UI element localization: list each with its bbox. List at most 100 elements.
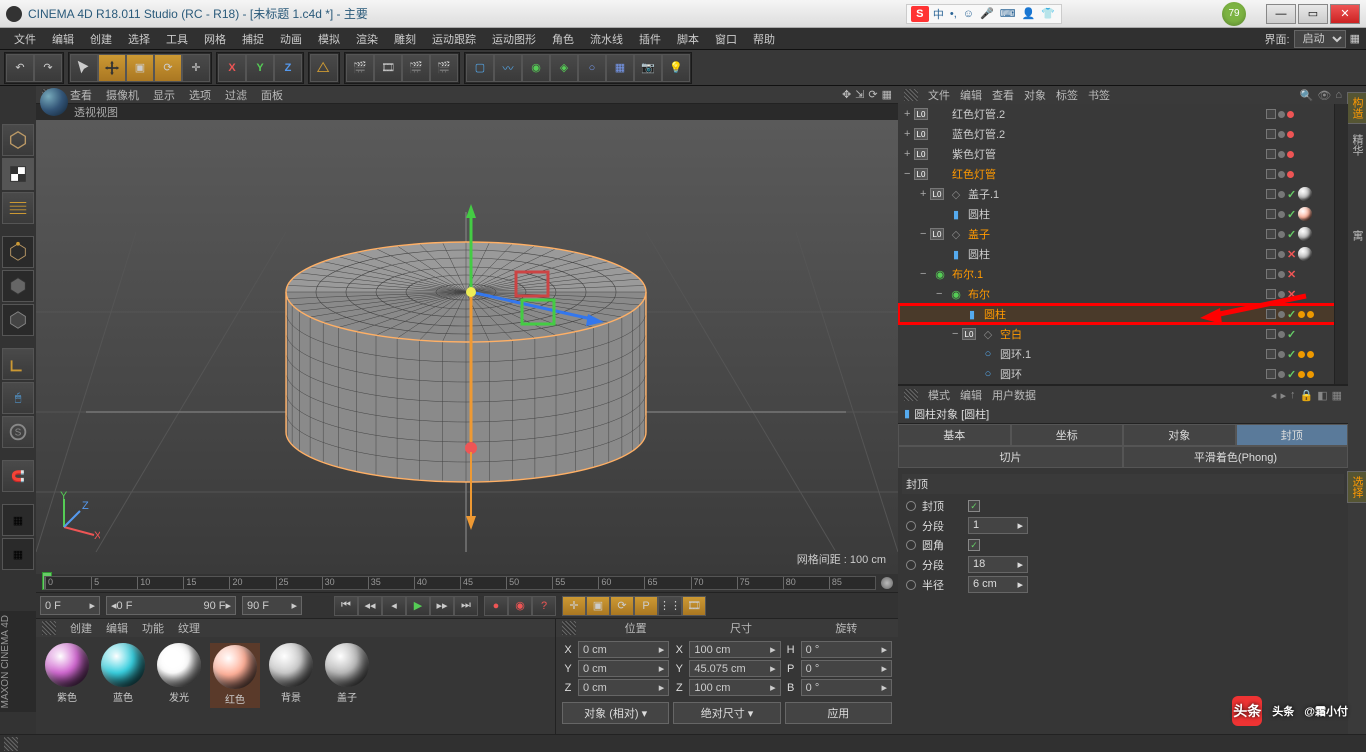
vp-menu-cameras[interactable]: 摄像机 [106,87,139,103]
menu-mograph[interactable]: 运动图形 [484,31,544,47]
make-editable[interactable] [2,124,34,156]
edge-mode[interactable] [2,270,34,302]
y-axis-lock[interactable]: Y [246,54,274,82]
goto-end[interactable]: ⏭ [454,596,478,616]
grip-icon[interactable] [904,89,918,101]
filter-icon[interactable]: 👁 [1317,89,1331,102]
menu-window[interactable]: 窗口 [707,31,745,47]
tree-row[interactable]: − L0 ◇ 空白 ✓ [898,324,1348,344]
sogou-icon[interactable]: S [911,6,929,22]
grip-icon[interactable] [4,737,18,751]
axis-mode[interactable] [2,348,34,380]
attr-tab[interactable]: 平滑着色(Phong) [1123,446,1348,468]
coord-system[interactable] [310,54,338,82]
move-tool[interactable] [98,54,126,82]
render-view[interactable]: 🎬 [346,54,374,82]
key-help[interactable]: ? [532,596,556,616]
tab-select[interactable]: 选择 [1347,471,1366,503]
texture-mode[interactable] [2,192,34,224]
snap-toggle[interactable]: S [2,416,34,448]
polygon-mode[interactable] [2,304,34,336]
model-mode[interactable] [2,158,34,190]
z-axis-lock[interactable]: Z [274,54,302,82]
goto-start[interactable]: ⏮ [334,596,358,616]
add-primitive[interactable]: ▢ [466,54,494,82]
object-tree[interactable]: + L0 红色灯管.2 + L0 蓝色灯管.2 + L0 紫色灯管 − L0 红… [898,104,1348,384]
material-item[interactable]: 红色 [210,643,260,708]
timeline-ruler[interactable]: 051015202530354045505560657075808590 [36,574,898,592]
goto-prev-key[interactable]: ◂◂ [358,596,382,616]
tab-structure[interactable]: 构造 [1347,92,1366,124]
menu-edit[interactable]: 编辑 [44,31,82,47]
tree-row[interactable]: + L0 红色灯管.2 [898,104,1348,124]
play-back[interactable]: ◂ [382,596,406,616]
tree-row[interactable]: ▮ 圆柱 ✕ [898,244,1348,264]
frame-end[interactable]: 90 F▸ [242,596,302,615]
play-fwd[interactable]: ▶ [406,596,430,616]
perspective-viewport[interactable]: Y X Z 网格间距 : 100 cm [36,120,898,574]
vp-nav-icon[interactable]: ⇲ [855,88,864,101]
tree-row[interactable]: + L0 蓝色灯管.2 [898,124,1348,144]
mat-menu-create[interactable]: 创建 [70,620,92,636]
grip-icon[interactable] [562,621,576,635]
minimize-button[interactable]: — [1266,4,1296,24]
mat-menu-edit[interactable]: 编辑 [106,620,128,636]
material-item[interactable]: 发光 [154,643,204,704]
tree-row[interactable]: ▮ 圆柱 ✓ [898,304,1348,324]
autokey[interactable]: ◉ [508,596,532,616]
attr-property[interactable]: 分段1▸ [906,517,1340,534]
key-scale[interactable]: ▣ [586,596,610,616]
render-pv[interactable]: 🎬 [430,54,458,82]
attr-property[interactable]: 半径6 cm▸ [906,576,1340,593]
material-item[interactable]: 背景 [266,643,316,704]
menu-render[interactable]: 渲染 [348,31,386,47]
attr-property[interactable]: 分段18▸ [906,556,1340,573]
mat-menu-texture[interactable]: 纹理 [178,620,200,636]
tree-row[interactable]: ○ 圆环 ✓ [898,364,1348,384]
menu-tools[interactable]: 工具 [158,31,196,47]
attr-property[interactable]: 圆角✓ [906,537,1340,553]
attr-property[interactable]: 封顶✓ [906,498,1340,514]
tree-row[interactable]: ▮ 圆柱 ✓ [898,204,1348,224]
om-menu-file[interactable]: 文件 [928,87,950,103]
grip-icon[interactable] [42,621,56,635]
vp-menu-filter[interactable]: 过滤 [225,87,247,103]
record-key[interactable]: ● [484,596,508,616]
vp-menu-panel[interactable]: 面板 [261,87,283,103]
undo-button[interactable]: ↶ [6,54,34,82]
attr-tab[interactable]: 坐标 [1011,424,1124,446]
material-item[interactable]: 盖子 [322,643,372,704]
menu-file[interactable]: 文件 [6,31,44,47]
maximize-button[interactable]: ▭ [1298,4,1328,24]
key-param[interactable]: P [634,596,658,616]
menu-character[interactable]: 角色 [544,31,582,47]
tree-row[interactable]: − ◉ 布尔.1 ✕ [898,264,1348,284]
planar-workplane[interactable]: ▦ [2,538,34,570]
tree-row[interactable]: − ◉ 布尔 ✕ [898,284,1348,304]
select-tool[interactable] [70,54,98,82]
frame-current[interactable]: ◂0 F90 F▸ [106,596,236,615]
path-icon[interactable]: ⌂ [1335,89,1342,102]
redo-button[interactable]: ↷ [34,54,62,82]
timeline-end-marker[interactable] [880,576,894,590]
menu-select[interactable]: 选择 [120,31,158,47]
tweak-mode[interactable]: 🖱 [2,382,34,414]
vp-nav-icon[interactable]: ✥ [842,88,851,101]
om-menu-objects[interactable]: 对象 [1024,87,1046,103]
add-floor[interactable]: ▦ [606,54,634,82]
rotate-tool[interactable]: ⟳ [154,54,182,82]
menu-sculpt[interactable]: 雕刻 [386,31,424,47]
tree-row[interactable]: − L0 红色灯管 [898,164,1348,184]
attr-tab[interactable]: 封顶 [1236,424,1349,446]
scale-tool[interactable]: ▣ [126,54,154,82]
lock-workplane[interactable]: ▦ [2,504,34,536]
tree-row[interactable]: ○ 圆环.1 ✓ [898,344,1348,364]
frame-start[interactable]: 0 F▸ [40,596,100,615]
vp-menu-display[interactable]: 显示 [153,87,175,103]
om-menu-view[interactable]: 查看 [992,87,1014,103]
vp-menu-options[interactable]: 选项 [189,87,211,103]
key-rot[interactable]: ⟳ [610,596,634,616]
goto-next-key[interactable]: ▸▸ [430,596,454,616]
vp-nav-icon[interactable]: ▦ [882,88,892,101]
menu-simulate[interactable]: 模拟 [310,31,348,47]
